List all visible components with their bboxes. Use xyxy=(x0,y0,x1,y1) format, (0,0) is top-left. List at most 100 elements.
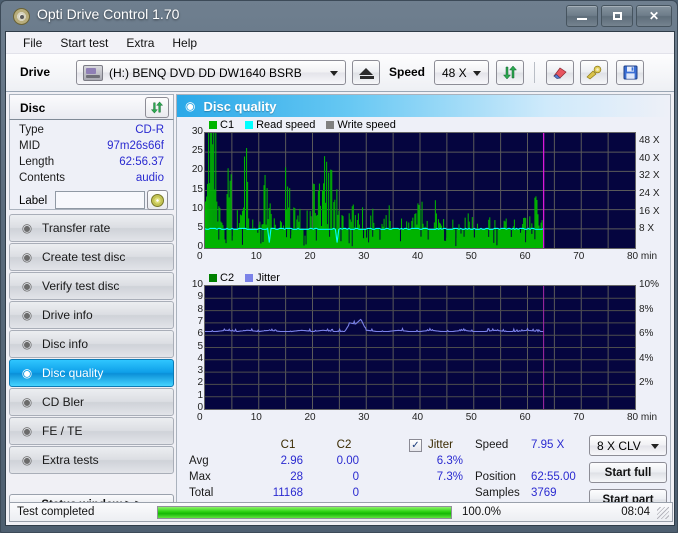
stats-max-c2: 0 xyxy=(352,471,359,483)
disc-label-key: Label xyxy=(19,195,48,207)
disc-bler-icon: ◉ xyxy=(21,395,33,409)
minimize-button[interactable] xyxy=(566,5,598,27)
axis-tick-label: 30 xyxy=(358,251,370,262)
resize-grip-icon[interactable] xyxy=(657,507,669,519)
legend-swatch-write-speed xyxy=(326,121,335,129)
legend-swatch-read-speed xyxy=(245,121,254,129)
axis-tick-label: 7 xyxy=(197,315,203,327)
left-panel: Disc Type CD-R MID 97m26s66f Length 62:5… xyxy=(9,94,174,522)
eject-button[interactable] xyxy=(352,60,380,85)
axis-tick-label: 48 X xyxy=(639,134,660,146)
axis-tick-label: 40 xyxy=(412,251,424,262)
axis-tick-label: 2% xyxy=(639,377,654,389)
save-button[interactable] xyxy=(616,60,644,85)
disc-quality-icon: ◉ xyxy=(185,99,196,113)
axis-tick-label: 50 xyxy=(465,412,477,423)
disc-refresh-button[interactable] xyxy=(145,97,169,118)
progress-bar-fill xyxy=(158,506,451,518)
legend-c1: C1 xyxy=(209,119,234,131)
stats-row-avg-key: Avg xyxy=(189,455,209,467)
speed-key: Speed xyxy=(475,439,509,451)
sidebar-item-verify-test-disc[interactable]: ◉ Verify test disc xyxy=(9,272,174,300)
disc-field-mid-key: MID xyxy=(19,140,41,152)
disc-field-contents-key: Contents xyxy=(19,172,66,184)
toolbar-separator xyxy=(534,62,535,83)
disc-burn-icon: ◉ xyxy=(21,250,33,264)
erase-button[interactable] xyxy=(546,60,574,85)
menu-file[interactable]: File xyxy=(14,33,51,53)
maximize-icon xyxy=(612,12,622,20)
disc-field-type-key: Type xyxy=(19,124,44,136)
clv-speed-select[interactable]: 8 X CLV xyxy=(589,435,667,456)
axis-tick-label: 9 xyxy=(197,291,203,303)
drive-icon xyxy=(83,65,103,81)
speed-select[interactable]: 48 X xyxy=(434,60,489,85)
sidebar-item-label: Drive info xyxy=(42,308,93,322)
jitter-checkbox[interactable]: ✓ xyxy=(409,439,422,452)
disc-field-contents-value: audio xyxy=(135,172,164,184)
legend-write-speed: Write speed xyxy=(326,119,396,131)
axis-tick-label: 10 xyxy=(250,412,262,423)
sidebar-item-disc-info[interactable]: ◉ Disc info xyxy=(9,330,174,358)
eraser-icon xyxy=(553,67,567,79)
disc-speed-icon: ◉ xyxy=(21,221,33,235)
menu-extra[interactable]: Extra xyxy=(117,33,163,53)
jitter-chart[interactable] xyxy=(204,285,636,410)
disc-check-icon: ◉ xyxy=(21,279,33,293)
axis-tick-label: 40 xyxy=(412,412,424,423)
sidebar-item-fe-te[interactable]: ◉ FE / TE xyxy=(9,417,174,445)
axis-tick-label: 16 X xyxy=(639,205,660,217)
position-value: 62:55.00 xyxy=(531,471,576,483)
sidebar-item-label: CD Bler xyxy=(42,395,85,409)
disc-label-button[interactable] xyxy=(147,190,168,210)
disc-field-length-value: 62:56.37 xyxy=(119,156,164,168)
disc-label-input[interactable] xyxy=(55,191,145,209)
speed-value: 7.95 X xyxy=(531,439,565,451)
stats-avg-jitter: 6.3% xyxy=(436,455,463,467)
axis-tick-label: 10 xyxy=(191,202,203,214)
c1-error-chart[interactable] xyxy=(204,132,636,249)
drive-select[interactable]: (H:) BENQ DVD DD DW1640 BSRB xyxy=(76,60,346,85)
sidebar-item-label: Verify test disc xyxy=(42,279,120,293)
axis-tick-label: 4% xyxy=(639,352,654,364)
drive-select-value: (H:) BENQ DVD DD DW1640 BSRB xyxy=(109,65,302,80)
elapsed-time: 08:04 xyxy=(621,506,650,518)
sidebar-item-extra-tests[interactable]: ◉ Extra tests xyxy=(9,446,174,474)
refresh-arrows-icon xyxy=(502,65,518,80)
disc-panel-header: Disc xyxy=(9,94,174,120)
menu-start-test[interactable]: Start test xyxy=(51,33,117,53)
sidebar-item-disc-quality[interactable]: ◉ Disc quality xyxy=(9,359,174,387)
legend-label-write-speed: Write speed xyxy=(337,119,396,131)
stats-max-c1: 28 xyxy=(290,471,303,483)
axis-tick-label: 25 xyxy=(191,145,203,157)
refresh-button[interactable] xyxy=(496,60,524,85)
axis-tick-label: 20 xyxy=(191,164,203,176)
sidebar-item-transfer-rate[interactable]: ◉ Transfer rate xyxy=(9,214,174,242)
sidebar-item-cd-bler[interactable]: ◉ CD Bler xyxy=(9,388,174,416)
chevron-down-icon xyxy=(651,443,659,449)
close-button[interactable]: ✕ xyxy=(636,5,672,27)
menu-help[interactable]: Help xyxy=(163,33,206,53)
jitter-chart-plot xyxy=(205,286,635,409)
legend-label-c2: C2 xyxy=(220,272,235,284)
window-controls: ✕ xyxy=(566,5,672,27)
status-bar: Test completed 100.0% 08:04 xyxy=(9,502,673,522)
client-area: File Start test Extra Help Drive (H:) BE… xyxy=(5,31,675,526)
status-text: Test completed xyxy=(17,506,95,518)
chevron-down-icon xyxy=(330,70,338,76)
axis-tick-label: 1 xyxy=(197,389,203,401)
stats-header-jitter: Jitter xyxy=(428,439,453,451)
maximize-button[interactable] xyxy=(601,5,633,27)
start-full-button[interactable]: Start full xyxy=(589,462,667,483)
tools-button[interactable] xyxy=(580,60,608,85)
legend-jitter: Jitter xyxy=(245,272,280,284)
sidebar-item-create-test-disc[interactable]: ◉ Create test disc xyxy=(9,243,174,271)
sidebar-item-label: FE / TE xyxy=(42,424,83,438)
cd-icon xyxy=(151,193,164,207)
stats-header-c2: C2 xyxy=(336,439,352,451)
disc-panel-title: Disc xyxy=(20,101,46,115)
stats-avg-c1: 2.96 xyxy=(280,455,303,467)
sidebar-item-drive-info[interactable]: ◉ Drive info xyxy=(9,301,174,329)
bottom-chart-legend: C2 Jitter xyxy=(209,272,288,284)
axis-tick-label: 4 xyxy=(197,352,203,364)
